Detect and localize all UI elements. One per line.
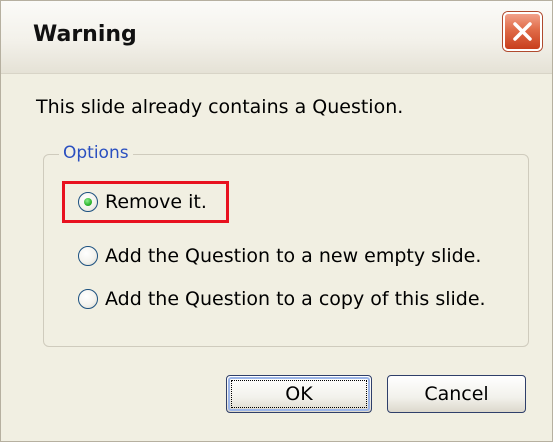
title-bar[interactable]: Warning xyxy=(1,1,552,74)
close-icon xyxy=(513,22,532,41)
cancel-button[interactable]: Cancel xyxy=(387,375,526,413)
warning-dialog: Warning This slide already contains a Qu… xyxy=(0,0,553,442)
options-legend: Options xyxy=(59,143,133,163)
option-label[interactable]: Add the Question to a new empty slide. xyxy=(105,245,481,267)
radio-button[interactable] xyxy=(78,246,98,266)
option-label[interactable]: Add the Question to a copy of this slide… xyxy=(105,288,486,310)
ok-button-label: OK xyxy=(285,383,313,405)
dialog-title: Warning xyxy=(33,22,137,47)
radio-button[interactable] xyxy=(78,289,98,309)
close-button[interactable] xyxy=(503,12,542,51)
highlight-box xyxy=(62,181,229,223)
ok-button[interactable]: OK xyxy=(226,375,372,413)
dialog-message: This slide already contains a Question. xyxy=(36,96,404,118)
cancel-button-label: Cancel xyxy=(424,383,489,405)
